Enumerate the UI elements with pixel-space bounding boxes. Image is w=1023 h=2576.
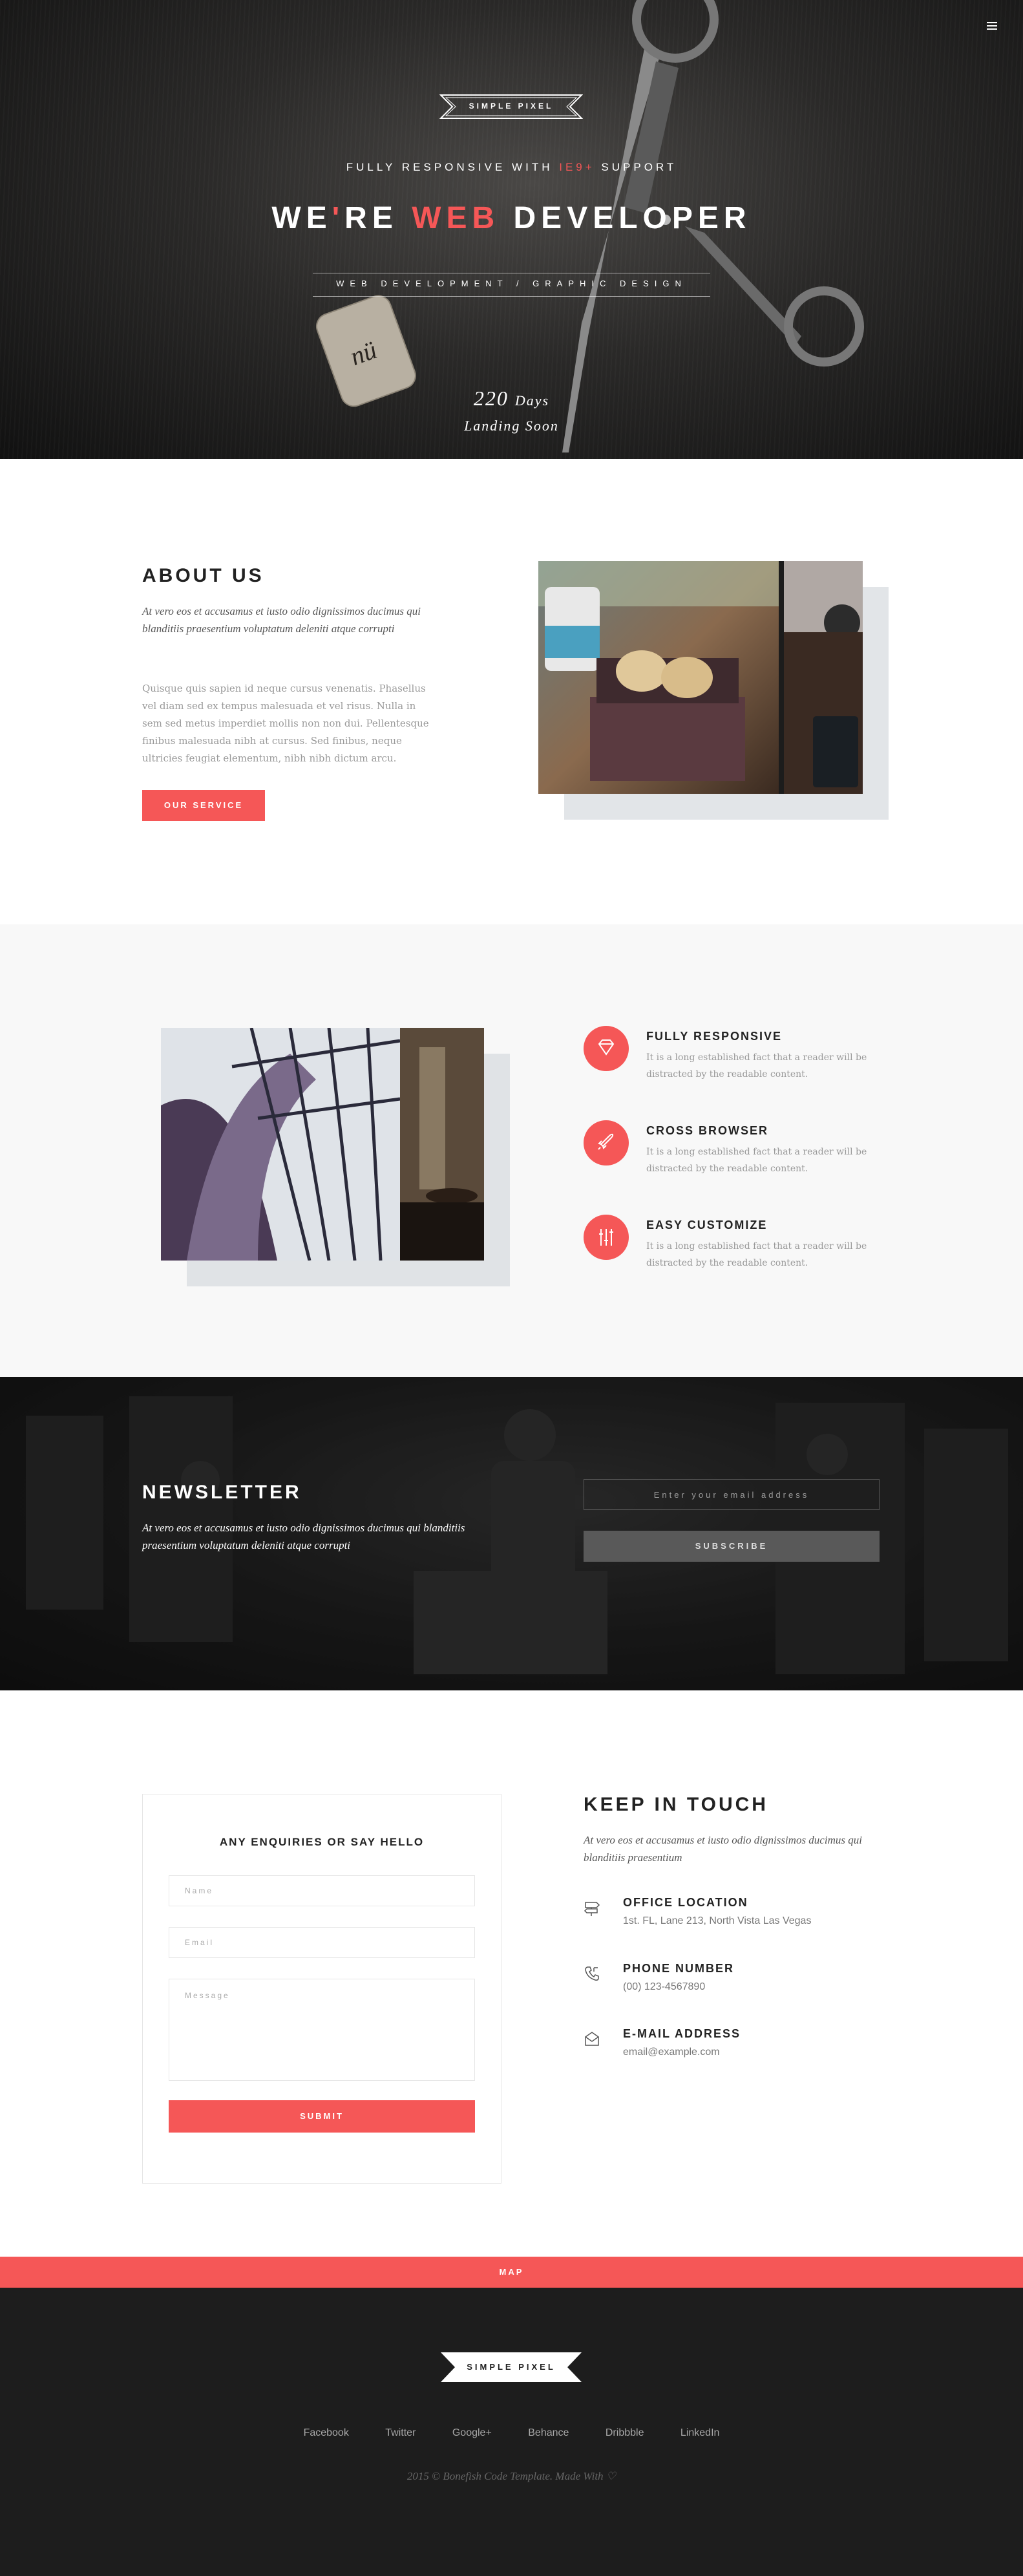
countdown-days: 220 Days	[473, 387, 550, 410]
signpost-icon	[584, 1902, 600, 1916]
newsletter-section: NEWSLETTER At vero eos et accusamus et i…	[0, 1377, 1023, 1690]
newsletter-email-input[interactable]	[584, 1479, 880, 1510]
social-link-twitter[interactable]: Twitter	[385, 2427, 416, 2439]
hero-section: nü SIMPLE PIXEL FULLY RESPONSIVE WITH IE…	[0, 0, 1023, 459]
sliders-icon	[599, 1229, 613, 1246]
phone-icon	[585, 1966, 599, 1981]
social-link-googleplus[interactable]: Google+	[452, 2427, 492, 2439]
copyright-text: 2015 © Bonefish Code Template. Made With…	[406, 2470, 617, 2482]
feature-icon-circle	[584, 1120, 629, 1166]
feature-text: It is a long established fact that a rea…	[646, 1052, 867, 1080]
message-textarea[interactable]	[169, 1979, 475, 2081]
diamond-icon	[598, 1039, 615, 1056]
email-address-text: email@example.com	[623, 2047, 720, 2058]
feature-title: CROSS BROWSER	[646, 1124, 769, 1137]
name-input[interactable]	[169, 1875, 475, 1906]
social-link-linkedin[interactable]: LinkedIn	[680, 2427, 720, 2439]
contact-form: ANY ENQUIRIES OR SAY HELLO SUBMIT	[142, 1794, 501, 2184]
email-address-title: E-MAIL ADDRESS	[623, 2027, 741, 2040]
envelope-icon	[585, 2032, 599, 2046]
hero-divider-bottom	[313, 296, 710, 297]
social-links: Facebook Twitter Google+ Behance Dribbbl…	[0, 2427, 1023, 2439]
our-service-button[interactable]: OUR SERVICE	[142, 790, 265, 821]
keep-in-touch-title: KEEP IN TOUCH	[584, 1794, 768, 1815]
newsletter-title: NEWSLETTER	[142, 1482, 302, 1503]
submit-button[interactable]: SUBMIT	[169, 2100, 475, 2133]
library-image	[161, 1028, 484, 1261]
footer: SIMPLE PIXEL Facebook Twitter Google+ Be…	[0, 2288, 1023, 2576]
contact-section: ANY ENQUIRIES OR SAY HELLO SUBMIT KEEP I…	[0, 1690, 1023, 2257]
subscribe-button[interactable]: SUBSCRIBE	[584, 1531, 880, 1562]
office-location-text: 1st. FL, Lane 213, North Vista Las Vegas	[623, 1915, 812, 1926]
social-link-behance[interactable]: Behance	[528, 2427, 569, 2439]
hero-subtitle: FULLY RESPONSIVE WITH IE9+ SUPPORT	[346, 161, 677, 173]
feature-icon-circle	[584, 1026, 629, 1071]
feature-title: FULLY RESPONSIVE	[646, 1030, 783, 1043]
hero-tagline: WEB DEVELOPMENT / GRAPHIC DESIGN	[336, 279, 687, 288]
keep-in-touch-lead: At vero eos et accusamus et iusto odio d…	[584, 1834, 862, 1864]
feature-title: EASY CUSTOMIZE	[646, 1219, 768, 1231]
hero-brand-text: SIMPLE PIXEL	[469, 101, 554, 111]
map-toggle-bar[interactable]: MAP	[0, 2257, 1023, 2288]
hero-title: WE'RE WEB DEVELOPER	[271, 201, 752, 235]
about-body: Quisque quis sapien id neque cursus vene…	[142, 683, 429, 764]
office-location-title: OFFICE LOCATION	[623, 1896, 748, 1909]
phone-number-title: PHONE NUMBER	[623, 1962, 735, 1975]
about-coffee-image	[538, 561, 863, 794]
social-link-dribbble[interactable]: Dribbble	[606, 2427, 644, 2439]
heart-icon: ♡	[606, 2470, 617, 2482]
about-title: ABOUT US	[142, 565, 264, 586]
landing-soon-text: Landing Soon	[464, 418, 559, 434]
form-title: ANY ENQUIRIES OR SAY HELLO	[219, 1836, 425, 1848]
about-lead: At vero eos et accusamus et iusto odio d…	[142, 605, 421, 635]
newsletter-lead: At vero eos et accusamus et iusto odio d…	[142, 1522, 465, 1551]
feature-text: It is a long established fact that a rea…	[646, 1147, 867, 1174]
about-section: ABOUT US At vero eos et accusamus et ius…	[0, 459, 1023, 924]
feature-icon-circle	[584, 1215, 629, 1260]
email-input[interactable]	[169, 1927, 475, 1958]
social-link-facebook[interactable]: Facebook	[304, 2427, 349, 2439]
feature-text: It is a long established fact that a rea…	[646, 1241, 867, 1268]
features-section: FULLY RESPONSIVE It is a long establishe…	[0, 924, 1023, 1377]
footer-brand-text: SIMPLE PIXEL	[467, 2362, 556, 2372]
rocket-icon	[598, 1133, 614, 1150]
phone-number-text: (00) 123-4567890	[623, 1981, 706, 1992]
